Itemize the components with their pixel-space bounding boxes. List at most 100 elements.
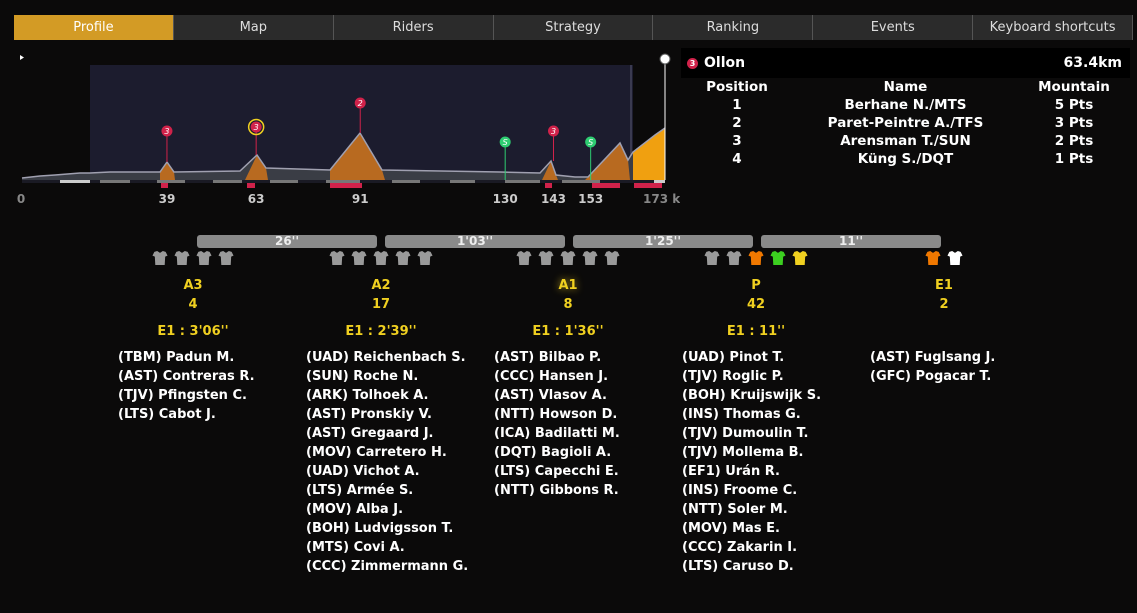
stage-profile[interactable]: 3 3 2 S 3 S 0 39 63 91 130 143 153 173 km xyxy=(0,45,680,210)
jersey-row xyxy=(99,250,287,270)
jersey-icon xyxy=(947,250,963,266)
rider-name[interactable]: (TJV) Mollema B. xyxy=(682,443,821,462)
km-label: 143 xyxy=(541,192,566,206)
rider-group[interactable]: P 42 E1 : 11'' xyxy=(662,250,850,344)
tab-map[interactable]: Map xyxy=(173,15,334,40)
rider-name[interactable]: (UAD) Vichot A. xyxy=(306,462,468,481)
climb-header: 3 Ollon 63.4km xyxy=(681,48,1130,78)
rider-name[interactable]: (AST) Contreras R. xyxy=(118,367,255,386)
rider-name[interactable]: (AST) Fuglsang J. xyxy=(870,348,995,367)
rider-name[interactable]: (UAD) Pinot T. xyxy=(682,348,821,367)
terrain-section xyxy=(654,180,665,183)
group-label: P xyxy=(751,278,761,293)
rider-name[interactable]: (BOH) Ludvigsson T. xyxy=(306,519,468,538)
jersey-row xyxy=(662,250,850,270)
jersey-icon xyxy=(770,250,786,266)
climb-zone xyxy=(161,183,168,188)
time-gap-bar: 11'' xyxy=(761,235,941,248)
tab-profile[interactable]: Profile xyxy=(14,15,174,40)
rider-name[interactable]: (SUN) Roche N. xyxy=(306,367,468,386)
group-label: E1 xyxy=(935,278,953,293)
rider-name[interactable]: (MTS) Covi A. xyxy=(306,538,468,557)
km-label: 63 xyxy=(248,192,265,206)
climb-zone xyxy=(634,183,662,188)
rider-name[interactable]: (DQT) Bagioli A. xyxy=(494,443,620,462)
rider-name[interactable]: (AST) Bilbao P. xyxy=(494,348,620,367)
tab-events[interactable]: Events xyxy=(813,15,974,40)
table-row: 3 Arensman T./SUN 2 Pts xyxy=(681,132,1130,150)
rider-name[interactable]: (MOV) Alba J. xyxy=(306,500,468,519)
cell-name: Paret-Peintre A./TFS xyxy=(827,115,984,131)
rider-name[interactable]: (UAD) Reichenbach S. xyxy=(306,348,468,367)
rider-name[interactable]: (TJV) Pfingsten C. xyxy=(118,386,255,405)
climb-category: S xyxy=(588,138,593,147)
terrain-section xyxy=(60,180,90,183)
terrain-section xyxy=(326,180,360,183)
rider-list: (UAD) Reichenbach S. (SUN) Roche N. (ARK) … xyxy=(306,348,468,576)
jersey-icon xyxy=(516,250,532,266)
rider-group[interactable]: A1 8 E1 : 1'36'' xyxy=(474,250,662,344)
rider-group[interactable]: E1 2 xyxy=(850,250,1038,344)
terrain-section xyxy=(450,180,475,183)
rider-name[interactable]: (LTS) Caruso D. xyxy=(682,557,821,576)
header-mountain: Mountain xyxy=(1038,79,1110,95)
rider-name[interactable]: (LTS) Cabot J. xyxy=(118,405,255,424)
rider-name[interactable]: (ICA) Badilatti M. xyxy=(494,424,620,443)
jersey-row xyxy=(287,250,475,270)
rider-name[interactable]: (AST) Vlasov A. xyxy=(494,386,620,405)
rider-name[interactable]: (MOV) Carretero H. xyxy=(306,443,468,462)
group-label: A3 xyxy=(183,278,203,293)
jersey-icon xyxy=(152,250,168,266)
jersey-icon xyxy=(329,250,345,266)
cell-name: Berhane N./MTS xyxy=(844,97,967,113)
rider-name[interactable]: (GFC) Pogacar T. xyxy=(870,367,995,386)
jersey-icon xyxy=(395,250,411,266)
rider-name[interactable]: (EF1) Urán R. xyxy=(682,462,821,481)
rider-name[interactable]: (TJV) Roglic P. xyxy=(682,367,821,386)
rider-group[interactable]: A3 4 E1 : 3'06'' xyxy=(99,250,287,344)
rider-name[interactable]: (TBM) Padun M. xyxy=(118,348,255,367)
terrain-section xyxy=(562,180,600,183)
cell-points: 2 Pts xyxy=(1054,133,1094,149)
jersey-row xyxy=(850,250,1038,270)
rider-name[interactable]: (NTT) Soler M. xyxy=(682,500,821,519)
rider-name[interactable]: (MOV) Mas E. xyxy=(682,519,821,538)
rider-name[interactable]: (AST) Gregaard J. xyxy=(306,424,468,443)
rider-name[interactable]: (TJV) Dumoulin T. xyxy=(682,424,821,443)
tab-riders[interactable]: Riders xyxy=(333,15,494,40)
time-gap-bar: 1'03'' xyxy=(385,235,565,248)
rider-group[interactable]: A2 17 E1 : 2'39'' xyxy=(287,250,475,344)
rider-name[interactable]: (ARK) Tolhoek A. xyxy=(306,386,468,405)
rider-name[interactable]: (NTT) Gibbons R. xyxy=(494,481,620,500)
climb-category: 3 xyxy=(254,123,259,132)
tab-ranking[interactable]: Ranking xyxy=(653,15,814,40)
rider-name[interactable]: (LTS) Capecchi E. xyxy=(494,462,620,481)
climb-category: 3 xyxy=(164,127,169,136)
rider-name[interactable]: (INS) Froome C. xyxy=(682,481,821,500)
km-label: 0 xyxy=(17,192,25,206)
rider-name[interactable]: (CCC) Hansen J. xyxy=(494,367,620,386)
table-header: Position Name Mountain xyxy=(681,78,1130,96)
climb-zone xyxy=(545,183,552,188)
terrain-section xyxy=(505,180,540,183)
rider-name[interactable]: (CCC) Zimmermann G. xyxy=(306,557,468,576)
rider-name[interactable]: (INS) Thomas G. xyxy=(682,405,821,424)
table-row: 2 Paret-Peintre A./TFS 3 Pts xyxy=(681,114,1130,132)
rider-name[interactable]: (AST) Pronskiy V. xyxy=(306,405,468,424)
tab-keyboard-shortcuts[interactable]: Keyboard shortcuts xyxy=(973,15,1134,40)
play-icon[interactable] xyxy=(20,55,24,60)
rider-name[interactable]: (LTS) Armée S. xyxy=(306,481,468,500)
rider-name[interactable]: (BOH) Kruijswijk S. xyxy=(682,386,821,405)
time-gap-bar: 1'25'' xyxy=(573,235,753,248)
group-label: A1 xyxy=(558,278,578,293)
tab-strategy[interactable]: Strategy xyxy=(493,15,654,40)
header-position: Position xyxy=(706,79,768,95)
jersey-icon xyxy=(560,250,576,266)
km-label: 173 km xyxy=(643,192,680,206)
km-label: 91 xyxy=(352,192,369,206)
climb-name: Ollon xyxy=(704,55,746,71)
jersey-icon xyxy=(704,250,720,266)
rider-name[interactable]: (CCC) Zakarin I. xyxy=(682,538,821,557)
tab-bar: Profile Map Riders Strategy Ranking Events Key… xyxy=(14,15,1134,40)
rider-name[interactable]: (NTT) Howson D. xyxy=(494,405,620,424)
